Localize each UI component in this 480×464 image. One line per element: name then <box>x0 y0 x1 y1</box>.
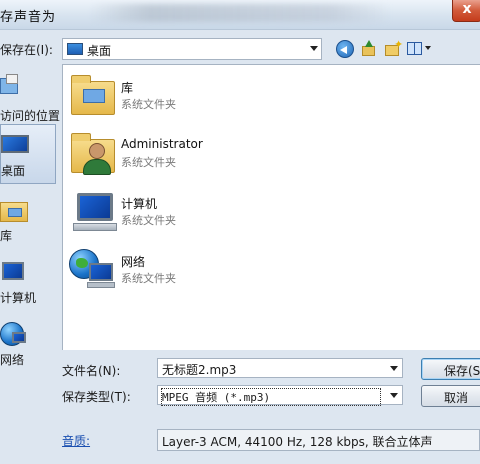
place-network[interactable]: 网络 <box>0 312 56 372</box>
sparkle-icon: ✦ <box>394 38 404 51</box>
computer-icon <box>0 256 30 286</box>
list-item[interactable]: 库 系统文件夹 <box>67 71 367 123</box>
new-folder-button[interactable]: ✦ <box>384 38 404 58</box>
close-button[interactable]: x <box>452 0 480 22</box>
save-button[interactable]: 保存(S) <box>421 358 480 380</box>
quality-field: Layer-3 ACM, 44100 Hz, 128 kbps, 联合立体声 <box>157 429 480 451</box>
desktop-icon <box>1 131 31 159</box>
network-icon <box>0 318 30 348</box>
file-list[interactable]: 库 系统文件夹 Administrator 系统文件夹 计算机 系统文件夹 网络… <box>62 64 480 350</box>
view-grid-icon <box>407 42 422 55</box>
chevron-down-icon <box>310 46 318 51</box>
location-value: 桌面 <box>87 44 112 58</box>
recent-places-icon <box>0 74 20 100</box>
filename-label: 文件名(N): <box>62 364 121 378</box>
item-name: 网络 <box>121 255 146 269</box>
filetype-label: 保存类型(T): <box>62 390 131 404</box>
close-icon: x <box>462 1 472 17</box>
place-label: 库 <box>0 229 13 243</box>
item-name: 计算机 <box>121 197 158 211</box>
list-item[interactable]: 网络 系统文件夹 <box>67 245 367 297</box>
chevron-down-icon <box>425 46 431 50</box>
list-item[interactable]: 计算机 系统文件夹 <box>67 187 367 239</box>
item-name: Administrator <box>121 137 203 151</box>
up-folder-button[interactable] <box>360 40 378 58</box>
item-type: 系统文件夹 <box>121 214 176 227</box>
filename-input[interactable]: 无标题2.mp3 <box>157 358 403 378</box>
place-recent[interactable]: 访问的位置 <box>0 68 60 128</box>
save-button-label: 保存(S) <box>444 364 480 378</box>
cancel-button-label: 取消 <box>444 391 469 405</box>
back-button[interactable] <box>336 40 354 58</box>
filename-value: 无标题2.mp3 <box>162 363 237 377</box>
library-icon <box>0 194 30 224</box>
item-type: 系统文件夹 <box>121 272 176 285</box>
place-computer[interactable]: 计算机 <box>0 250 56 310</box>
network-icon <box>67 245 117 295</box>
list-item[interactable]: Administrator 系统文件夹 <box>67 129 367 181</box>
desktop-icon <box>67 43 83 55</box>
place-label: 计算机 <box>0 291 37 305</box>
blurred-region <box>90 4 390 22</box>
places-bar: 访问的位置 桌面 库 计算机 网络 <box>0 64 60 430</box>
computer-icon <box>67 187 117 237</box>
library-icon <box>67 71 117 121</box>
place-libraries[interactable]: 库 <box>0 188 56 248</box>
place-label: 桌面 <box>1 164 26 178</box>
folder-icon <box>362 46 375 56</box>
window-title: 存声音为 <box>0 10 57 25</box>
chevron-down-icon <box>390 366 398 371</box>
quality-value: Layer-3 ACM, 44100 Hz, 128 kbps, 联合立体声 <box>162 435 433 449</box>
item-type: 系统文件夹 <box>121 98 176 111</box>
item-type: 系统文件夹 <box>121 156 176 169</box>
up-arrow-icon <box>365 40 373 47</box>
filetype-value: MPEG 音频 (*.mp3) <box>161 388 381 406</box>
place-desktop[interactable]: 桌面 <box>0 124 56 184</box>
chevron-down-icon <box>390 393 398 398</box>
save-in-label: 保存在(I): <box>0 43 53 57</box>
views-menu-button[interactable] <box>406 40 432 58</box>
quality-link[interactable]: 音质: <box>62 432 90 449</box>
cancel-button[interactable]: 取消 <box>421 385 480 407</box>
item-name: 库 <box>121 81 134 95</box>
place-label: 访问的位置 <box>0 109 61 123</box>
location-dropdown[interactable]: 桌面 <box>62 38 322 60</box>
place-label: 网络 <box>0 353 25 367</box>
title-bar: 存声音为 x <box>0 0 480 30</box>
user-folder-icon <box>67 129 117 179</box>
filetype-dropdown[interactable]: MPEG 音频 (*.mp3) <box>157 385 403 406</box>
